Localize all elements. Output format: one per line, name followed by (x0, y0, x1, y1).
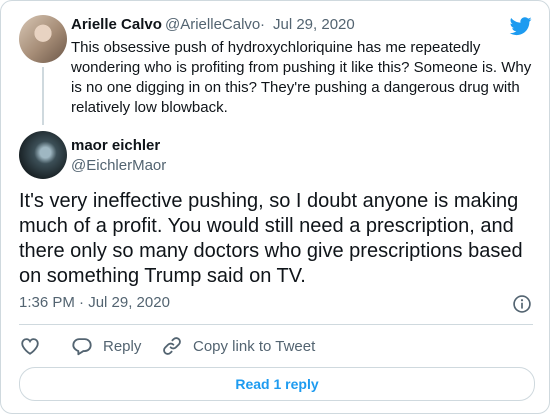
author-name[interactable]: maor eichler (71, 137, 160, 154)
embedded-tweet-card: Arielle Calvo @ArielleCalvo · Jul 29, 20… (0, 0, 550, 414)
twitter-bird-icon[interactable] (508, 15, 534, 37)
reply-button[interactable]: Reply (71, 334, 141, 358)
copy-link-label: Copy link to Tweet (193, 337, 316, 355)
like-button[interactable] (19, 334, 41, 358)
avatar[interactable] (19, 15, 67, 63)
heart-icon (21, 338, 39, 355)
parent-author-handle[interactable]: @ArielleCalvo (165, 16, 260, 33)
parent-tweet-text: This obsessive push of hydroxychloriquin… (71, 39, 532, 116)
tweet-text: It's very ineffective pushing, so I doub… (19, 190, 523, 287)
divider (19, 324, 533, 325)
reply-label: Reply (103, 337, 142, 355)
avatar[interactable] (19, 131, 67, 179)
parent-date[interactable]: Jul 29, 2020 (273, 16, 355, 33)
link-icon (163, 337, 181, 355)
parent-author-name[interactable]: Arielle Calvo (71, 16, 162, 33)
author-handle[interactable]: @EichlerMaor (71, 157, 166, 174)
info-icon[interactable] (512, 294, 532, 314)
reply-bubble-icon (72, 338, 92, 356)
thread-connector-line (42, 67, 44, 125)
copy-link-button[interactable]: Copy link to Tweet (161, 334, 315, 358)
parent-separator: · (260, 16, 265, 33)
read-replies-button[interactable]: Read 1 reply (19, 367, 535, 401)
tweet-timestamp[interactable]: 1:36 PM · Jul 29, 2020 (19, 294, 170, 311)
